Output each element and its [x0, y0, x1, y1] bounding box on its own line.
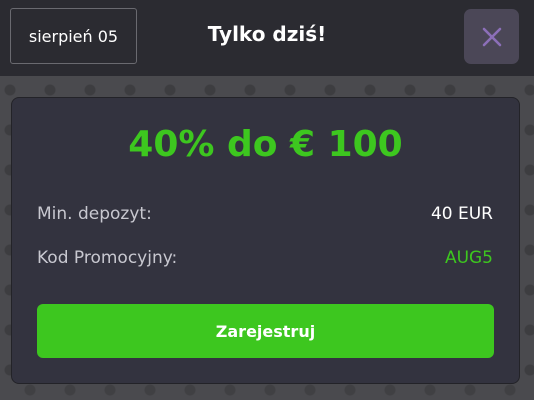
min-deposit-value: 40 EUR: [430, 204, 493, 224]
promo-code-label: Kod Promocyjny:: [37, 248, 178, 268]
close-button[interactable]: [464, 9, 519, 64]
promo-card: 40% do € 100 Min. depozyt: 40 EUR Kod Pr…: [11, 97, 520, 384]
close-icon: [482, 27, 501, 46]
promo-code-value[interactable]: AUG5: [445, 248, 493, 268]
min-deposit-label: Min. depozyt:: [37, 204, 152, 224]
register-button[interactable]: Zarejestruj: [37, 304, 494, 358]
date-badge: sierpień 05: [10, 8, 137, 64]
header-bar: sierpień 05 Tylko dziś!: [0, 0, 534, 76]
offer-headline: 40% do € 100: [128, 124, 403, 165]
